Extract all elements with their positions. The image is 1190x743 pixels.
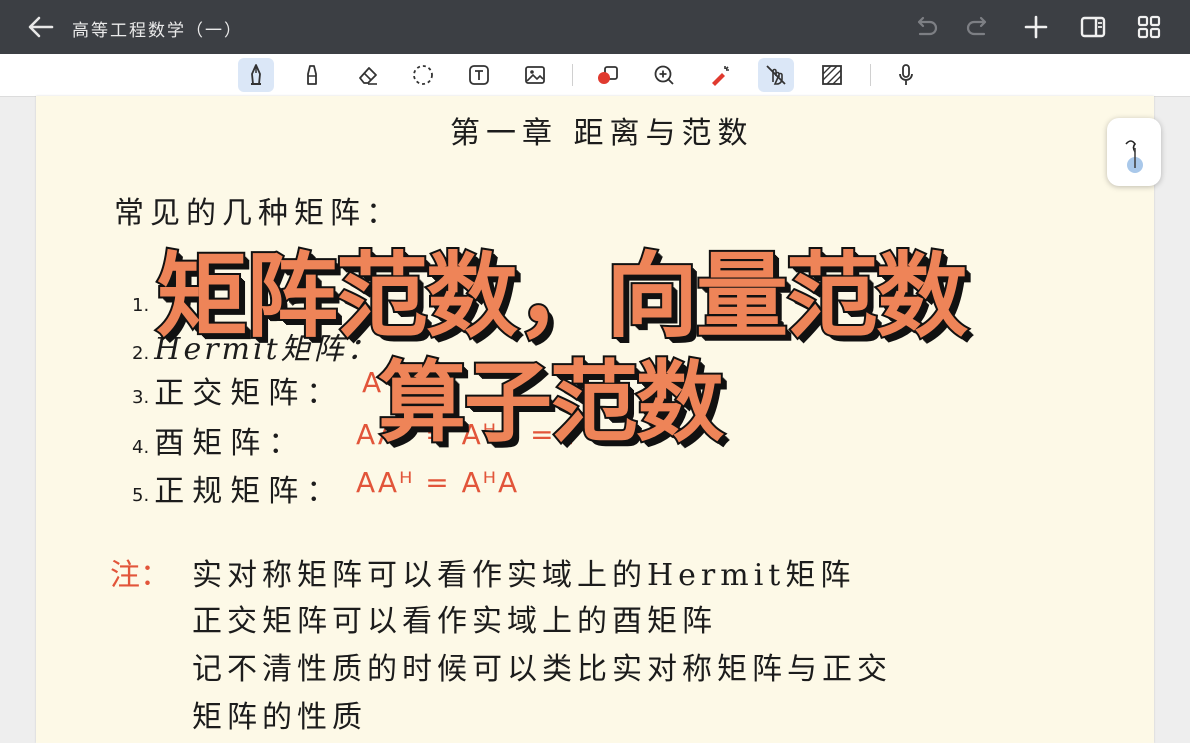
drawing-toolbar <box>0 54 1190 97</box>
list-item: 4. 酉矩阵： <box>132 418 306 462</box>
shapes-icon <box>598 66 618 84</box>
item-number: 2. <box>132 343 150 364</box>
redo-icon <box>966 16 987 36</box>
arrow-left-icon <box>28 16 54 38</box>
item-number: 1. <box>132 295 150 316</box>
item-label: 正交矩阵： <box>154 376 345 411</box>
grid-icon <box>1137 15 1161 39</box>
app-header: 高等工程数学（一） <box>0 0 1190 54</box>
list-item: 1. <box>132 284 149 319</box>
remark-line: 实对称矩阵可以看作实域上的Hermit矩阵 <box>192 558 856 593</box>
microphone-icon <box>899 64 913 85</box>
overlay-title-line2: 算子范数 <box>376 349 726 456</box>
undo-icon <box>917 16 938 36</box>
undo-button[interactable] <box>910 12 940 42</box>
shapes-tool[interactable] <box>590 58 626 92</box>
pages-grid-button[interactable] <box>1134 12 1164 42</box>
panel-icon <box>1080 16 1106 38</box>
no-touch-icon <box>766 65 786 85</box>
remark-label: 注： <box>110 558 170 593</box>
pen-settings-button[interactable] <box>1107 118 1161 186</box>
toolbar-divider <box>870 64 871 86</box>
hand-draw-tool[interactable] <box>758 58 794 92</box>
pattern-tool[interactable] <box>814 58 850 92</box>
redo-button[interactable] <box>964 12 994 42</box>
item-number: 4. <box>132 437 150 458</box>
image-icon <box>525 66 545 84</box>
list-item: 5. 正规矩阵： <box>132 466 344 510</box>
list-item: 3. 正交矩阵： <box>132 368 344 412</box>
item-number: 3. <box>132 387 150 408</box>
laser-tool[interactable] <box>702 58 738 92</box>
zoom-tool[interactable] <box>646 58 682 92</box>
document-title: 高等工程数学（一） <box>72 21 243 41</box>
eraser-icon <box>359 67 377 85</box>
chapter-title: 第一章 距离与范数 <box>450 116 754 151</box>
add-page-button[interactable] <box>1021 12 1051 42</box>
text-tool[interactable] <box>461 58 497 92</box>
fountain-pen-icon <box>251 64 261 85</box>
toggle-panel-button[interactable] <box>1078 12 1108 42</box>
laser-pointer-icon <box>712 66 729 86</box>
back-button[interactable] <box>24 11 58 43</box>
lasso-icon <box>413 65 433 85</box>
text-box-icon <box>469 65 489 85</box>
hatch-icon <box>822 65 842 85</box>
formula-normal: AAᴴ = AᴴA <box>356 466 520 499</box>
item-number: 5. <box>132 485 150 506</box>
eraser-tool[interactable] <box>350 58 386 92</box>
lasso-tool[interactable] <box>405 58 441 92</box>
image-tool[interactable] <box>517 58 553 92</box>
marker-icon <box>307 65 317 85</box>
mic-tool[interactable] <box>888 58 924 92</box>
zoom-in-icon <box>654 65 674 85</box>
remark-line: 记不清性质的时候可以类比实对称矩阵与正交 <box>192 652 892 687</box>
remark-line: 正交矩阵可以看作实域上的酉矩阵 <box>192 604 717 639</box>
item-label: 正规矩阵： <box>154 474 345 509</box>
remark-line: 矩阵的性质 <box>192 700 367 735</box>
item-label: 酉矩阵： <box>154 426 307 461</box>
toolbar-divider <box>572 64 573 86</box>
pen-settings-icon <box>1125 140 1143 173</box>
highlighter-tool[interactable] <box>294 58 330 92</box>
pen-tool[interactable] <box>238 58 274 92</box>
plus-icon <box>1024 15 1048 39</box>
